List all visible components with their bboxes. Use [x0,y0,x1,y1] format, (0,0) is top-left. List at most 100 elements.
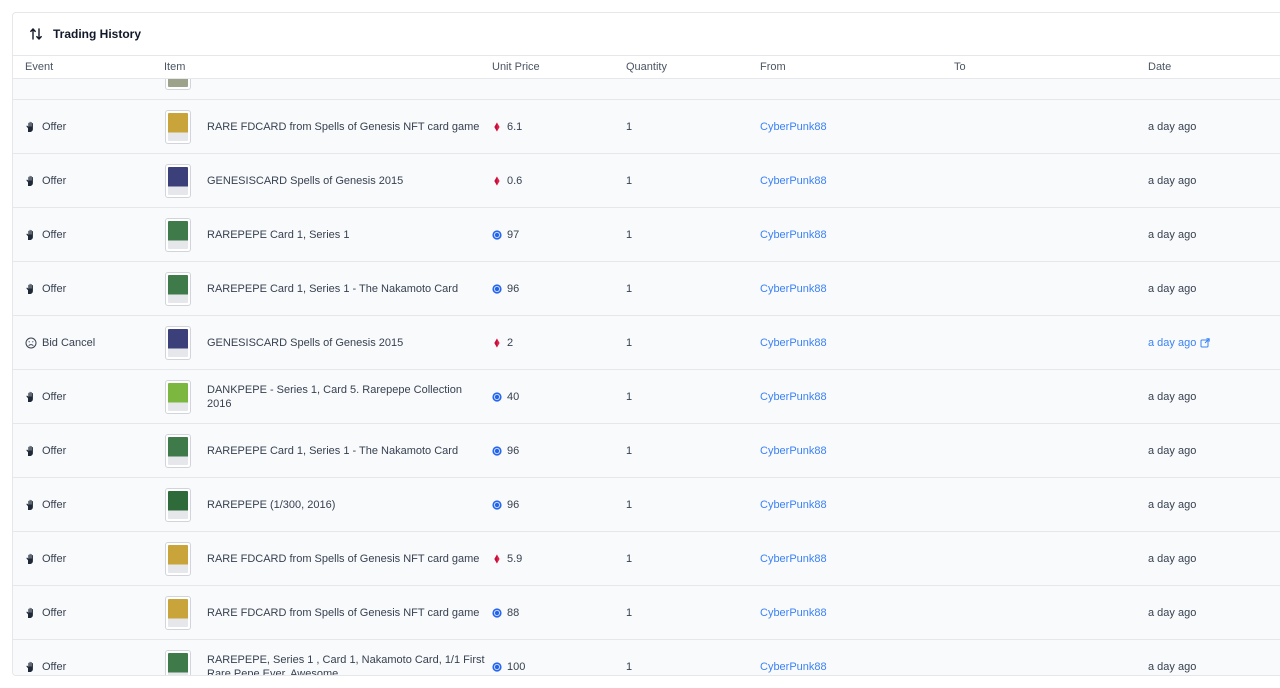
date-cell: a day ago [1148,370,1196,424]
item-name[interactable]: GENESISCARD Spells of Genesis 2015 [207,154,487,208]
item-thumbnail[interactable] [165,434,191,468]
item-name[interactable]: RAREPEPE Card 1, Series 1 - The Nakamoto… [207,262,487,316]
table-row[interactable]: Offer DANKPEPE - Series 1, Card 5. Rarepe… [13,370,1280,424]
item-image [168,437,188,465]
item-thumbnail[interactable] [165,542,191,576]
event-cell: Offer [25,532,66,586]
table-row[interactable]: Bid Cancel GENESISCARD Spells of Genesis … [13,316,1280,370]
from-user-link[interactable]: CyberPunk88 [760,478,827,532]
hand-icon [25,499,37,511]
item-thumbnail-cell [165,316,191,370]
item-thumbnail[interactable] [165,326,191,360]
table-row[interactable]: Offer RAREPEPE Card 1, Series 1 - The Nak… [13,424,1280,478]
red-gem-icon [492,122,502,132]
item-name[interactable]: RAREPEPE (1/300, 2016) [207,478,487,532]
event-cell: Offer [25,208,66,262]
item-thumbnail[interactable] [165,164,191,198]
item-name[interactable]: DANKPEPE - Series 1, Card 5. Rarepepe Co… [207,370,487,424]
from-user-link[interactable]: CyberPunk88 [760,208,827,262]
item-image [168,383,188,411]
event-label: Offer [42,229,67,241]
date-value[interactable]: a day ago [1148,337,1196,349]
item-image [168,221,188,249]
table-row[interactable]: Offer RARE FDCARD from Spells of Genesis … [13,586,1280,640]
from-user-link[interactable]: CyberPunk88 [760,262,827,316]
item-thumbnail[interactable] [165,596,191,630]
table-row[interactable]: Offer RAREPEPE (1/300, 2016) 96 1 CyberPunk8… [13,478,1280,532]
date-cell[interactable]: a day ago [1148,316,1211,370]
date-value: a day ago [1148,661,1197,673]
hand-icon [25,445,37,457]
item-thumbnail[interactable] [165,380,191,414]
blue-coin-icon [492,392,502,402]
item-thumbnail[interactable] [165,272,191,306]
table-row[interactable]: Offer RARE FDCARD from Spells of Genesis … [13,100,1280,154]
item-thumbnail-cell [165,208,191,262]
from-user-link[interactable]: CyberPunk88 [760,586,827,640]
item-name[interactable]: RARE FDCARD from Spells of Genesis NFT c… [207,586,487,640]
date-value: a day ago [1148,229,1197,241]
hand-icon [25,229,37,241]
from-user-link[interactable]: CyberPunk88 [760,316,827,370]
column-header-item[interactable]: Item [164,61,185,73]
quantity-value: 1 [626,391,633,403]
column-header-date[interactable]: Date [1148,61,1171,73]
table-row[interactable]: Offer GENESISCARD Spells of Genesis 2015 0… [13,154,1280,208]
table-row[interactable]: Offer RAREPEPE Card 1, Series 1 97 1 CyberPu… [13,208,1280,262]
item-thumbnail[interactable] [165,650,191,675]
column-header-event[interactable]: Event [25,61,53,73]
item-image [168,275,188,303]
from-user-link[interactable]: CyberPunk88 [760,424,827,478]
item-name[interactable]: RARE FDCARD from Spells of Genesis NFT c… [207,532,487,586]
column-header-from[interactable]: From [760,61,786,73]
unit-price-cell: 96 [492,262,519,316]
table-row[interactable]: Offer RAREPEPE Card 1, Series 1 - The Nak… [13,262,1280,316]
item-thumbnail-cell [165,586,191,640]
item-thumbnail[interactable] [165,218,191,252]
event-cell: Offer [25,424,66,478]
from-user-link[interactable]: CyberPunk88 [760,640,827,675]
column-header-quantity[interactable]: Quantity [626,61,667,73]
date-cell: a day ago [1148,262,1196,316]
event-cell: Offer [25,640,66,675]
trading-history-table: card, Counterparty XCP NFT AssetOfferRAR… [13,57,1280,675]
quantity-value: 1 [626,121,633,133]
event-cell: Offer [25,154,66,208]
event-label: Offer [42,553,67,565]
table-row[interactable]: Offer RARE FDCARD from Spells of Genesis … [13,532,1280,586]
from-user-link[interactable]: CyberPunk88 [760,532,827,586]
external-link-icon[interactable] [1200,338,1211,348]
from-user-link[interactable]: CyberPunk88 [760,100,827,154]
from-user-link[interactable]: CyberPunk88 [760,370,827,424]
item-name[interactable]: RAREPEPE Card 1, Series 1 [207,208,487,262]
quantity-value: 1 [626,445,633,457]
item-thumbnail[interactable] [165,110,191,144]
event-cell: Offer [25,100,66,154]
hand-icon [25,121,37,133]
event-cell: Offer [25,262,66,316]
table-row[interactable]: Offer RAREPEPE, Series 1 , Card 1, Nakamo… [13,640,1280,675]
unit-price-cell: 96 [492,424,519,478]
date-value: a day ago [1148,283,1197,295]
blue-coin-icon [492,662,502,672]
item-name[interactable]: RARE FDCARD from Spells of Genesis NFT c… [207,100,487,154]
event-cell: Offer [25,478,66,532]
item-thumbnail[interactable] [165,488,191,522]
date-value: a day ago [1148,607,1197,619]
item-name[interactable]: RAREPEPE, Series 1 , Card 1, Nakamoto Ca… [207,640,487,675]
item-name[interactable]: RAREPEPE Card 1, Series 1 - The Nakamoto… [207,424,487,478]
event-cell: Offer [25,370,66,424]
red-gem-icon [492,554,502,564]
from-user-link[interactable]: CyberPunk88 [760,154,827,208]
item-name[interactable]: GENESISCARD Spells of Genesis 2015 [207,316,487,370]
unit-price-cell: 2 [492,316,513,370]
event-label: Bid Cancel [42,337,96,349]
column-header-unit-price[interactable]: Unit Price [492,61,540,73]
date-value: a day ago [1148,553,1197,565]
hand-icon [25,553,37,565]
quantity-value: 1 [626,175,633,187]
column-header-to[interactable]: To [954,61,966,73]
unit-price-value: 2 [507,337,514,349]
unit-price-value: 6.1 [507,121,523,133]
blue-coin-icon [492,446,502,456]
